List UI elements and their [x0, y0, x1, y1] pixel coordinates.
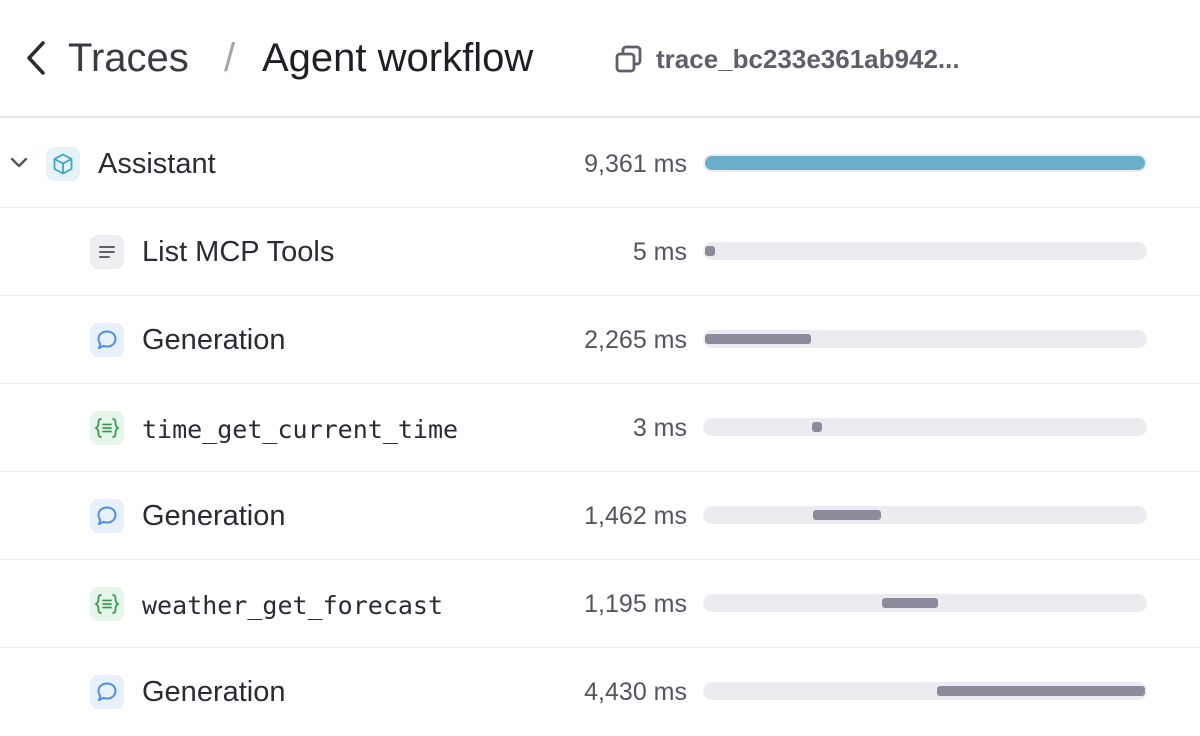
span-timeline-track	[703, 330, 1147, 348]
span-row-time-get-current-time[interactable]: time_get_current_time 3 ms	[0, 384, 1200, 472]
page-header: Traces / Agent workflow trace_bc233e361a…	[0, 0, 1200, 118]
span-timeline-bar	[811, 422, 822, 432]
span-duration: 1,462 ms	[584, 502, 687, 530]
page-title: Agent workflow	[262, 36, 534, 80]
span-row-generation[interactable]: Generation 2,265 ms	[0, 296, 1200, 384]
span-label: Assistant	[98, 148, 216, 180]
function-braces-icon	[90, 411, 124, 445]
span-duration: 4,430 ms	[584, 678, 687, 706]
span-label: weather_get_forecast	[142, 591, 444, 620]
span-label: List MCP Tools	[142, 236, 335, 268]
span-timeline-bar	[812, 510, 882, 520]
span-timeline-bar	[881, 598, 939, 608]
span-timeline-track	[703, 418, 1147, 436]
copy-icon[interactable]	[612, 42, 646, 76]
span-row-list-mcp-tools[interactable]: List MCP Tools 5 ms	[0, 208, 1200, 296]
function-braces-icon	[90, 587, 124, 621]
span-timeline-track	[703, 682, 1147, 700]
chat-bubble-icon	[90, 323, 124, 357]
span-duration: 9,361 ms	[584, 150, 687, 178]
span-list: Assistant 9,361 ms List MCP Tools 5 ms G…	[0, 120, 1200, 736]
span-timeline-track	[703, 242, 1147, 260]
span-duration: 5 ms	[632, 238, 687, 266]
span-timeline-bar	[705, 156, 1145, 170]
trace-id[interactable]: trace_bc233e361ab942...	[656, 42, 960, 76]
span-timeline-track	[703, 506, 1147, 524]
span-timeline-bar	[936, 686, 1145, 696]
span-label: Generation	[142, 324, 286, 356]
chevron-left-icon[interactable]	[20, 38, 52, 78]
span-timeline-bar	[705, 334, 812, 344]
span-row-generation[interactable]: Generation 1,462 ms	[0, 472, 1200, 560]
span-duration: 2,265 ms	[584, 326, 687, 354]
chat-bubble-icon	[90, 499, 124, 533]
span-label: Generation	[142, 676, 286, 708]
chevron-down-icon[interactable]	[8, 152, 30, 174]
span-row-assistant[interactable]: Assistant 9,361 ms	[0, 120, 1200, 208]
chat-bubble-icon	[90, 675, 124, 709]
span-timeline-track	[703, 594, 1147, 612]
span-label: time_get_current_time	[142, 415, 459, 444]
span-label: Generation	[142, 500, 286, 532]
span-duration: 3 ms	[632, 414, 687, 442]
breadcrumb-traces[interactable]: Traces	[68, 34, 189, 82]
span-row-weather-get-forecast[interactable]: weather_get_forecast 1,195 ms	[0, 560, 1200, 648]
span-timeline-track	[703, 154, 1147, 172]
cube-icon	[46, 147, 80, 181]
span-duration: 1,195 ms	[584, 590, 687, 618]
list-icon	[90, 235, 124, 269]
breadcrumb-separator: /	[224, 36, 236, 80]
span-timeline-bar	[705, 246, 715, 256]
span-row-generation[interactable]: Generation 4,430 ms	[0, 648, 1200, 736]
